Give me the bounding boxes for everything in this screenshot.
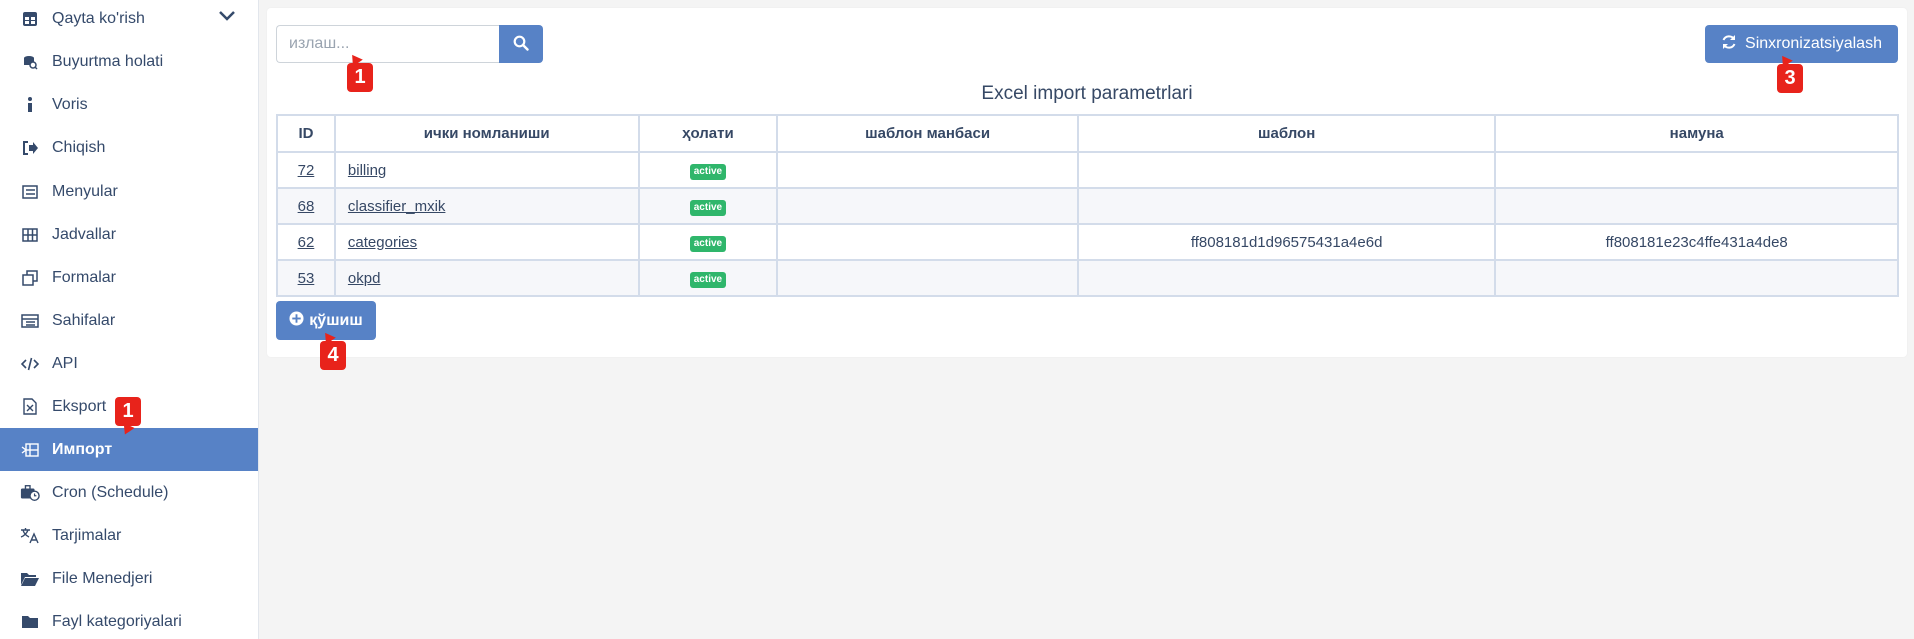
sign-out-icon <box>20 138 40 158</box>
code-icon <box>20 354 40 374</box>
sidebar-item-sahifalar[interactable]: Sahifalar <box>0 299 258 342</box>
status-badge: active <box>689 271 727 288</box>
row-template <box>1076 259 1497 297</box>
import-params-table: ID ички номланиши ҳолати шаблон манбаси … <box>276 114 1899 297</box>
sidebar-item-label: Tarjimalar <box>52 526 122 544</box>
table-row: 68 classifier_mxik active <box>276 187 1899 225</box>
row-template-source <box>776 223 1079 261</box>
sidebar-item-voris[interactable]: Voris <box>0 83 258 126</box>
row-template-source <box>776 151 1079 189</box>
row-template-source <box>776 187 1079 225</box>
sync-button[interactable]: Sinxronizatsiyalash <box>1705 25 1898 63</box>
row-name-link[interactable]: billing <box>348 162 386 179</box>
search-icon <box>513 35 529 54</box>
column-header-template[interactable]: шаблон <box>1076 114 1497 153</box>
chevron-down-icon[interactable] <box>218 9 236 27</box>
import-params-card: Sinxronizatsiyalash Excel import paramet… <box>267 8 1907 357</box>
column-header-sample[interactable]: намуна <box>1494 114 1899 153</box>
column-header-name[interactable]: ички номланиши <box>333 114 640 153</box>
column-header-template-source[interactable]: шаблон манбаси <box>776 114 1079 153</box>
row-id-link[interactable]: 53 <box>298 270 315 287</box>
sidebar-item-label: Chiqish <box>52 138 106 156</box>
sync-icon <box>1721 34 1737 55</box>
briefcase-clock-icon <box>20 483 40 503</box>
sidebar: Qayta ko'rish Buyurtma holati Voris Chiq… <box>0 0 259 639</box>
folder-open-icon <box>20 569 40 589</box>
row-template <box>1076 151 1497 189</box>
row-name-link[interactable]: okpd <box>348 270 381 287</box>
row-name-link[interactable]: categories <box>348 234 417 251</box>
grid-icon <box>20 225 40 245</box>
table-title: Excel import parametrlari <box>981 83 1193 104</box>
column-header-id[interactable]: ID <box>276 114 336 153</box>
sidebar-item-label: Voris <box>52 95 88 113</box>
sidebar-item-label: Eksport <box>52 397 107 415</box>
row-id-link[interactable]: 68 <box>298 198 315 215</box>
table-row: 53 okpd active <box>276 259 1899 297</box>
row-name-link[interactable]: classifier_mxik <box>348 198 446 215</box>
table-icon <box>20 9 40 29</box>
file-import-icon <box>20 440 40 460</box>
sync-button-label: Sinxronizatsiyalash <box>1745 35 1882 52</box>
sidebar-item-api[interactable]: API <box>0 342 258 385</box>
add-button-label: қўшиш <box>309 311 363 329</box>
info-icon <box>20 95 40 115</box>
search-input[interactable] <box>276 25 499 63</box>
table-header-row: ID ички номланиши ҳолати шаблон манбаси … <box>276 114 1899 153</box>
annotation-marker-search: 1 <box>347 63 373 92</box>
sidebar-item-label: Cron (Schedule) <box>52 483 169 501</box>
row-sample <box>1494 187 1899 225</box>
row-sample <box>1494 259 1899 297</box>
row-template <box>1076 187 1497 225</box>
row-id-link[interactable]: 72 <box>298 162 315 179</box>
sidebar-item-label: Импорт <box>52 440 113 458</box>
sidebar-item-label: Fayl kategoriyalari <box>52 612 182 630</box>
sidebar-item-formalar[interactable]: Formalar <box>0 256 258 299</box>
search-database-icon <box>20 52 40 72</box>
sidebar-item-fayl-kategoriyalari[interactable]: Fayl kategoriyalari <box>0 600 258 639</box>
status-badge: active <box>689 235 727 252</box>
sidebar-item-qayta-korish[interactable]: Qayta ko'rish <box>0 0 258 40</box>
file-excel-icon <box>20 397 40 417</box>
sidebar-item-label: Menyular <box>52 182 118 200</box>
sidebar-item-menyular[interactable]: Menyular <box>0 170 258 213</box>
row-sample: ff808181e23c4ffe431a4de8 <box>1494 223 1899 261</box>
sidebar-item-jadvallar[interactable]: Jadvallar <box>0 213 258 256</box>
translate-icon <box>20 526 40 546</box>
sidebar-item-label: Buyurtma holati <box>52 52 164 70</box>
sidebar-item-buyurtma-holati[interactable]: Buyurtma holati <box>0 40 258 83</box>
annotation-marker-sync: 3 <box>1777 64 1803 93</box>
sidebar-item-label: Jadvallar <box>52 225 117 243</box>
list-icon <box>20 182 40 202</box>
plus-circle-icon <box>289 310 304 331</box>
folder-icon <box>20 612 40 632</box>
status-badge: active <box>689 199 727 216</box>
sidebar-item-label: Sahifalar <box>52 311 116 329</box>
sidebar-item-label: Qayta ko'rish <box>52 9 145 27</box>
sidebar-item-label: API <box>52 354 78 372</box>
row-template-source <box>776 259 1079 297</box>
search-button[interactable] <box>499 25 543 63</box>
sidebar-item-cron[interactable]: Cron (Schedule) <box>0 471 258 514</box>
column-header-status[interactable]: ҳолати <box>637 114 779 153</box>
clone-icon <box>20 268 40 288</box>
row-template: ff808181d1d96575431a4e6d <box>1076 223 1497 261</box>
sidebar-item-label: Formalar <box>52 268 117 286</box>
table-row: 62 categories active ff808181d1d96575431… <box>276 223 1899 261</box>
status-badge: active <box>689 163 727 180</box>
table-row: 72 billing active <box>276 151 1899 189</box>
annotation-marker-sidebar: 1 <box>115 397 141 426</box>
rows-icon <box>20 311 40 331</box>
row-id-link[interactable]: 62 <box>298 234 315 251</box>
sidebar-item-file-menedjeri[interactable]: File Menedjeri <box>0 557 258 600</box>
row-sample <box>1494 151 1899 189</box>
annotation-marker-add: 4 <box>320 341 346 370</box>
sidebar-item-label: File Menedjeri <box>52 569 153 587</box>
sidebar-item-chiqish[interactable]: Chiqish <box>0 126 258 169</box>
search-group <box>276 25 543 63</box>
sidebar-item-tarjimalar[interactable]: Tarjimalar <box>0 514 258 557</box>
